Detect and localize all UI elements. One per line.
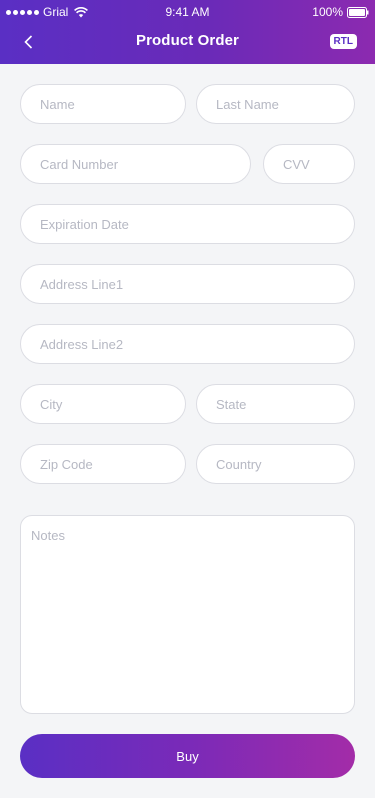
card-number-input[interactable]: Card Number [20,144,251,184]
country-input[interactable]: Country [196,444,355,484]
page-title: Product Order [136,32,239,49]
buy-button[interactable]: Buy [20,734,355,778]
last-name-input[interactable]: Last Name [196,84,355,124]
rtl-toggle-button[interactable]: RTL [329,34,357,49]
header: Grial 9:41 AM 100% Product Order RTL [0,0,375,64]
status-right: 100% [312,5,369,19]
city-input[interactable]: City [20,384,186,424]
address-line2-input[interactable]: Address Line2 [20,324,355,364]
battery-percent: 100% [312,5,343,19]
name-input[interactable]: Name [20,84,186,124]
cvv-input[interactable]: CVV [263,144,355,184]
nav-bar: Product Order RTL [0,22,375,62]
state-input[interactable]: State [196,384,355,424]
status-bar: Grial 9:41 AM 100% [0,0,375,22]
battery-icon [347,6,369,18]
notes-textarea[interactable]: Notes [20,515,355,714]
expiration-date-input[interactable]: Expiration Date [20,204,355,244]
zip-code-input[interactable]: Zip Code [20,444,186,484]
address-line1-input[interactable]: Address Line1 [20,264,355,304]
